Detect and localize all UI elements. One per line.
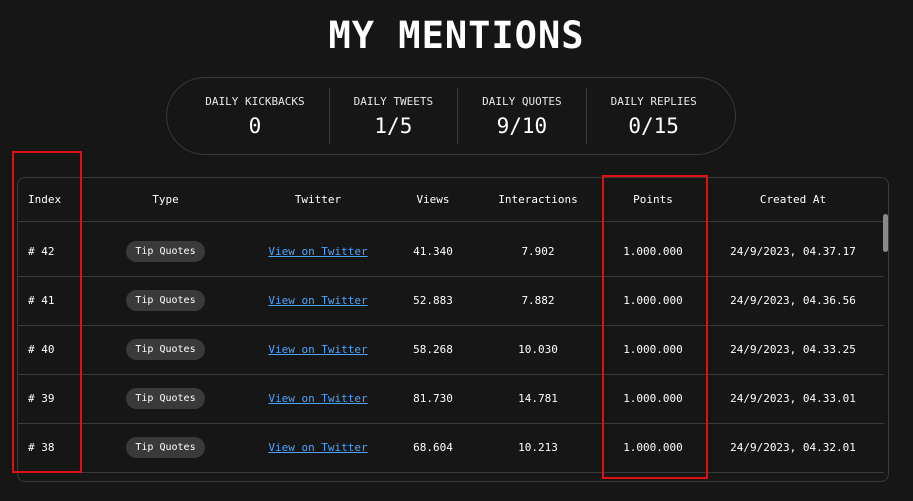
header-twitter: Twitter: [294, 193, 342, 206]
row-points: 1.000.000: [623, 245, 683, 258]
row-type-cell: Tip Quotes: [108, 423, 223, 472]
view-on-twitter-link[interactable]: View on Twitter: [268, 294, 367, 307]
table-scrollbar[interactable]: [883, 214, 888, 252]
stat-label: DAILY QUOTES: [482, 94, 562, 108]
stat-label: DAILY KICKBACKS: [205, 94, 305, 108]
header-points: Points: [633, 193, 673, 206]
type-badge: Tip Quotes: [126, 437, 205, 458]
type-badge: Tip Quotes: [126, 241, 205, 262]
row-twitter-cell: View on Twitter: [248, 276, 388, 325]
row-created-at: 24/9/2023, 04.33.01: [730, 392, 856, 405]
row-index: # 40: [28, 343, 55, 356]
header-created-at: Created At: [759, 193, 827, 206]
row-created-at: 24/9/2023, 04.32.01: [730, 441, 856, 454]
table-row: # 41 Tip Quotes View on Twitter 52.883 7…: [18, 276, 884, 326]
row-created-at: 24/9/2023, 04.33.25: [730, 343, 856, 356]
row-interactions: 10.030: [518, 343, 558, 356]
row-interactions: 7.902: [521, 245, 555, 258]
stat-daily-tweets: DAILY TWEETS 1/5: [330, 88, 459, 144]
row-views: 52.883: [413, 294, 453, 307]
row-created-at: 24/9/2023, 04.36.56: [730, 294, 856, 307]
header-type: Type: [152, 193, 179, 206]
row-created-at: 24/9/2023, 04.37.17: [730, 245, 856, 258]
row-views: 81.730: [413, 392, 453, 405]
stat-daily-replies: DAILY REPLIES 0/15: [587, 88, 721, 144]
mentions-table[interactable]: Index Type Twitter Views Interactions Po…: [17, 177, 889, 482]
table-row: # 40 Tip Quotes View on Twitter 58.268 1…: [18, 325, 884, 375]
stat-daily-quotes: DAILY QUOTES 9/10: [458, 88, 587, 144]
header-interactions: Interactions: [498, 193, 578, 206]
page-title: MY MENTIONS: [328, 14, 585, 57]
row-points: 1.000.000: [623, 343, 683, 356]
row-index: # 38: [28, 441, 55, 454]
row-interactions: 7.882: [521, 294, 555, 307]
type-badge: Tip Quotes: [126, 388, 205, 409]
row-interactions: 10.213: [518, 441, 558, 454]
type-badge: Tip Quotes: [126, 290, 205, 311]
stat-value: 0/15: [628, 113, 679, 138]
row-index: # 41: [28, 294, 55, 307]
row-views: 58.268: [413, 343, 453, 356]
row-type-cell: Tip Quotes: [108, 276, 223, 325]
row-index: # 39: [28, 392, 55, 405]
row-twitter-cell: View on Twitter: [248, 374, 388, 423]
stat-value: 1/5: [374, 113, 413, 138]
table-row: # 38 Tip Quotes View on Twitter 68.604 1…: [18, 423, 884, 473]
row-points: 1.000.000: [623, 392, 683, 405]
view-on-twitter-link[interactable]: View on Twitter: [268, 392, 367, 405]
stat-daily-kickbacks: DAILY KICKBACKS 0: [181, 88, 330, 144]
view-on-twitter-link[interactable]: View on Twitter: [268, 245, 367, 258]
table-row: # 39 Tip Quotes View on Twitter 81.730 1…: [18, 374, 884, 424]
view-on-twitter-link[interactable]: View on Twitter: [268, 343, 367, 356]
row-interactions: 14.781: [518, 392, 558, 405]
row-twitter-cell: View on Twitter: [248, 423, 388, 472]
row-views: 68.604: [413, 441, 453, 454]
table-row: # 42 Tip Quotes View on Twitter 41.340 7…: [18, 227, 884, 277]
daily-stats-panel: DAILY KICKBACKS 0 DAILY TWEETS 1/5 DAILY…: [166, 77, 736, 155]
view-on-twitter-link[interactable]: View on Twitter: [268, 441, 367, 454]
row-points: 1.000.000: [623, 441, 683, 454]
stat-label: DAILY REPLIES: [610, 94, 697, 108]
row-type-cell: Tip Quotes: [108, 227, 223, 276]
type-badge: Tip Quotes: [126, 339, 205, 360]
row-type-cell: Tip Quotes: [108, 325, 223, 374]
row-type-cell: Tip Quotes: [108, 374, 223, 423]
stat-value: 0: [248, 113, 262, 138]
header-views: Views: [416, 193, 450, 206]
row-views: 41.340: [413, 245, 453, 258]
row-twitter-cell: View on Twitter: [248, 325, 388, 374]
row-twitter-cell: View on Twitter: [248, 227, 388, 276]
header-index: Index: [28, 193, 62, 206]
stat-label: DAILY TWEETS: [353, 94, 434, 108]
stat-value: 9/10: [496, 113, 548, 138]
table-header-row: Index Type Twitter Views Interactions Po…: [18, 178, 884, 222]
page: MY MENTIONS DAILY KICKBACKS 0 DAILY TWEE…: [0, 0, 913, 501]
row-points: 1.000.000: [623, 294, 683, 307]
row-index: # 42: [28, 245, 55, 258]
